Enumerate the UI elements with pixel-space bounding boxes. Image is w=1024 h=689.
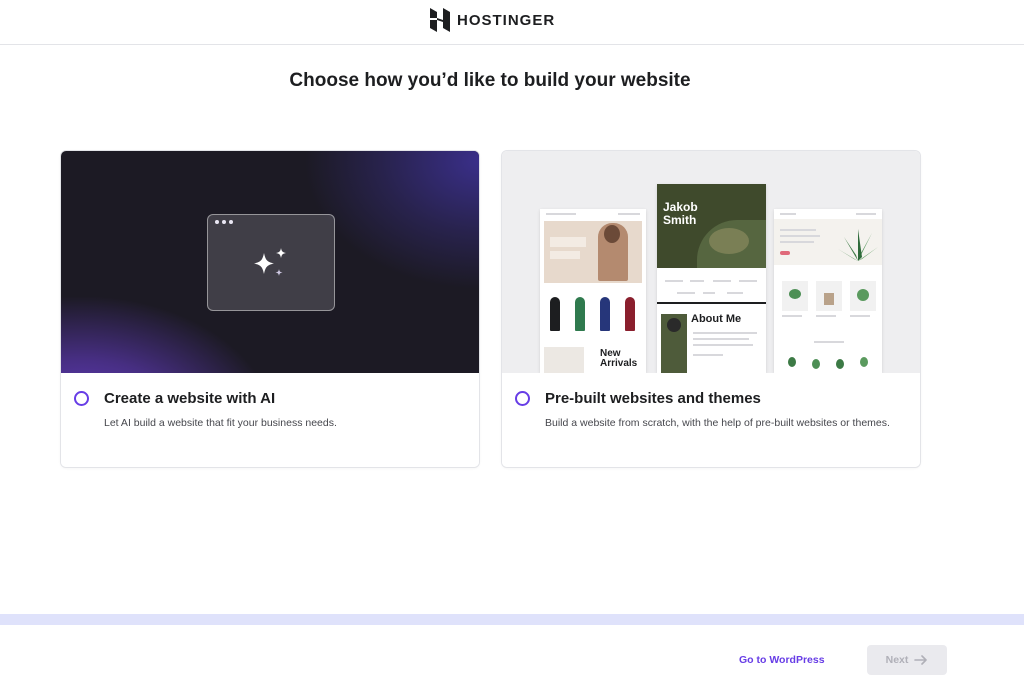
preview-center-heading: About Me (691, 313, 742, 325)
brand-name: HOSTINGER (457, 11, 556, 29)
preview-left-heading: New Arrivals (600, 348, 638, 369)
top-header: HOSTINGER (0, 0, 1024, 45)
window-dots (215, 220, 233, 224)
ai-illustration (61, 151, 479, 373)
option-card-ai[interactable]: Create a website with AI Let AI build a … (60, 150, 480, 468)
plant-icon (838, 229, 878, 261)
option-card-themes-body: Pre-built websites and themes Build a we… (502, 373, 920, 467)
page-title: Choose how you’d like to build your webs… (289, 70, 691, 91)
radio-ai[interactable] (74, 391, 89, 406)
theme-preview-personal: Jakob Smith About Me (657, 184, 766, 373)
theme-preview-fashion: New Arrivals (540, 209, 646, 373)
ai-window-graphic (207, 214, 335, 311)
radio-themes[interactable] (515, 391, 530, 406)
theme-preview-plants (774, 209, 882, 373)
arrow-right-icon (914, 655, 928, 665)
go-to-wordpress-link[interactable]: Go to WordPress (739, 654, 825, 666)
sparkle-icon (254, 248, 286, 276)
preview-center-name: Jakob Smith (663, 200, 698, 227)
option-description: Let AI build a website that fit your bus… (104, 417, 337, 429)
option-card-themes[interactable]: New Arrivals Jakob Smith About Me Pre-bu… (501, 150, 921, 468)
hostinger-logo: HOSTINGER (430, 8, 555, 32)
hostinger-logo-icon (430, 8, 450, 32)
next-button-label: Next (885, 654, 909, 666)
footer-progress-band (0, 614, 1024, 625)
option-title: Pre-built websites and themes (545, 390, 761, 407)
option-card-ai-body: Create a website with AI Let AI build a … (61, 373, 479, 467)
next-button[interactable]: Next (867, 645, 947, 675)
themes-preview: New Arrivals Jakob Smith About Me (502, 151, 920, 373)
option-description: Build a website from scratch, with the h… (545, 417, 890, 429)
option-title: Create a website with AI (104, 390, 276, 407)
